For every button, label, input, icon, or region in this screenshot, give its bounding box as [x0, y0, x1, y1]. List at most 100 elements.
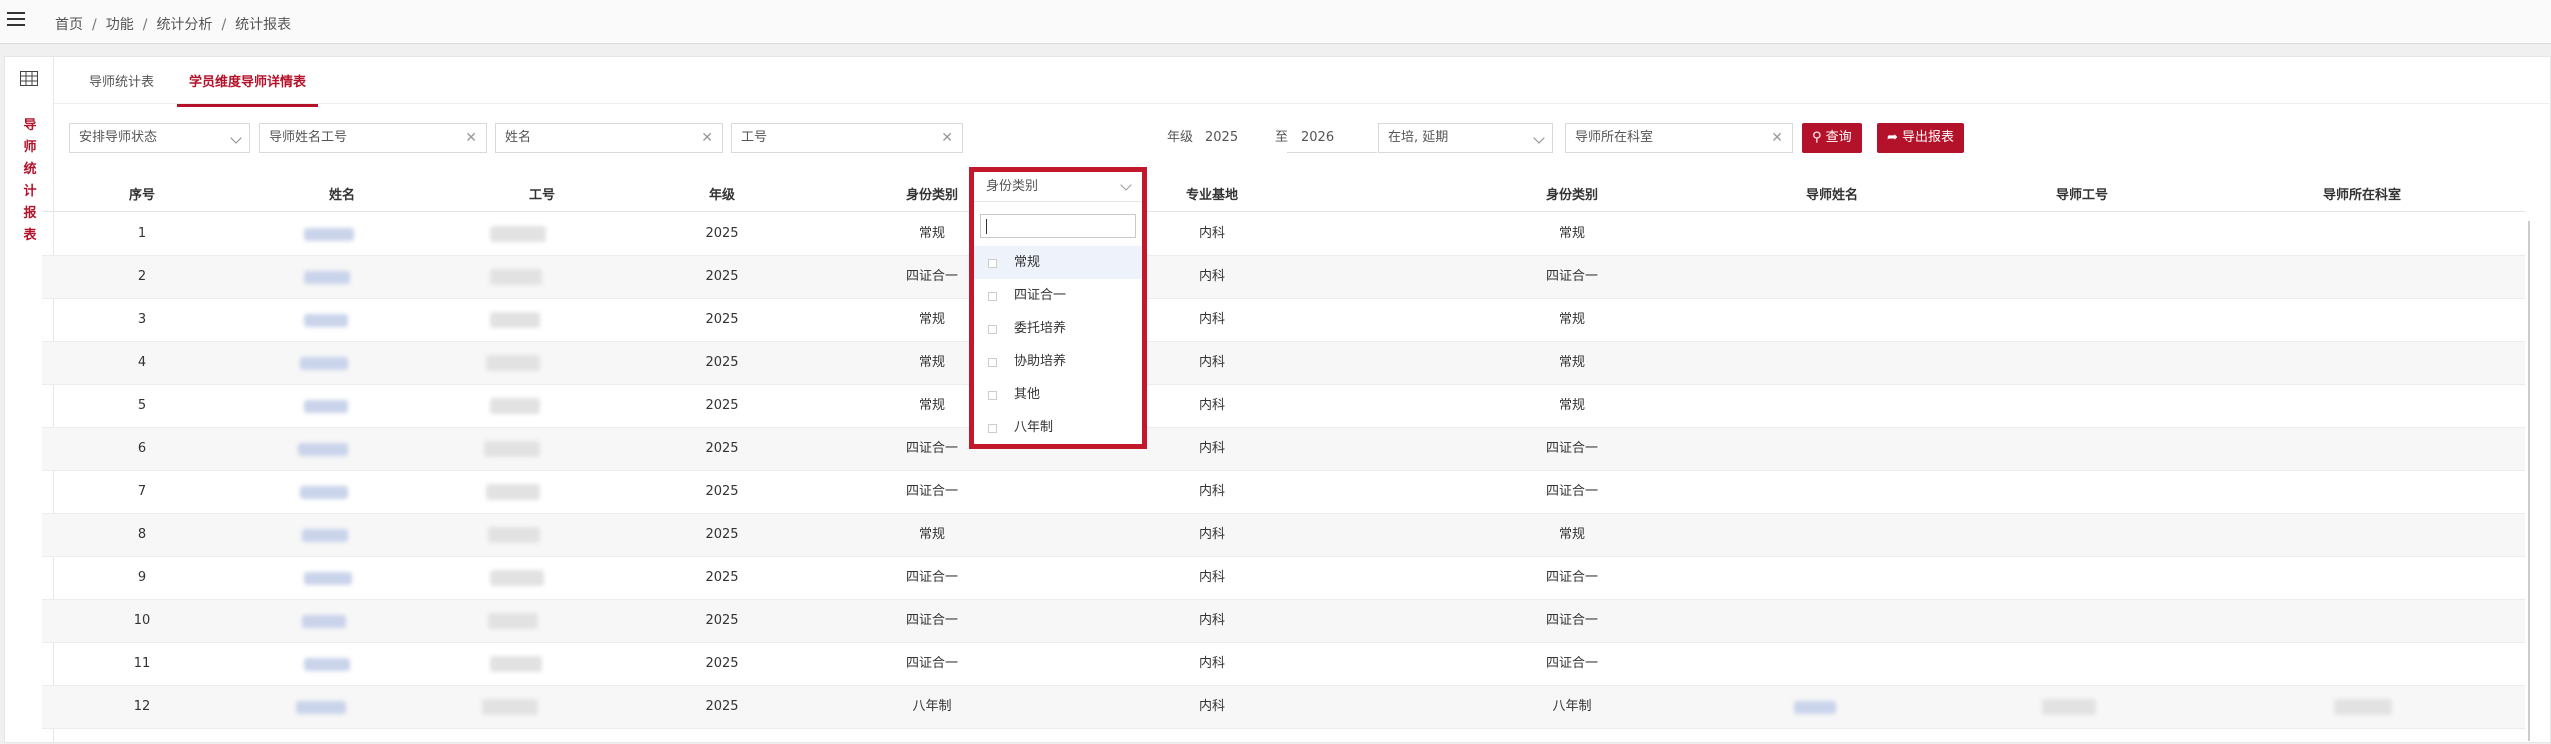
breadcrumb-statistics[interactable]: 统计分析: [156, 17, 212, 33]
status-select[interactable]: 在培, 延期: [1378, 123, 1553, 153]
identity-select[interactable]: 身份类别: [974, 172, 1142, 202]
export-button[interactable]: ➦ 导出报表: [1877, 123, 1965, 153]
cell-grade: 2025: [705, 484, 739, 499]
export-button-label: 导出报表: [1902, 130, 1955, 145]
dropdown-option[interactable]: 其他: [974, 378, 1142, 411]
tutor-dept-input[interactable]: 导师所在科室 ✕: [1565, 123, 1793, 153]
table-row[interactable]: 11 2025 四证合一 内科 四证合一: [42, 643, 2525, 686]
dropdown-option[interactable]: 常规: [974, 246, 1142, 279]
cell-base: 内科: [1198, 656, 1225, 671]
share-icon: ➦: [1887, 130, 1898, 145]
dropdown-option-label: 协助培养: [1014, 354, 1067, 369]
table-row[interactable]: 10 2025 四证合一 内科 四证合一: [42, 600, 2525, 643]
table-row[interactable]: 7 2025 四证合一 内科 四证合一: [42, 471, 2525, 514]
table-row[interactable]: 5 2025 常规 内科 常规: [42, 385, 2525, 428]
cell-name-redacted[interactable]: [300, 357, 348, 370]
cell-index: 7: [137, 484, 147, 499]
cell-name-redacted[interactable]: [304, 658, 350, 671]
cell-identity: 四证合一: [905, 613, 958, 628]
tab-divider: [54, 103, 2551, 104]
table-row[interactable]: 4 2025 常规 内科 常规: [42, 342, 2525, 385]
cell-base: 内科: [1198, 527, 1225, 542]
cell-identity-2: 四证合一: [1545, 570, 1598, 585]
dropdown-option[interactable]: 委托培养: [974, 312, 1142, 345]
status-value: 在培, 延期: [1388, 130, 1449, 145]
header-tutor-dept: 导师所在科室: [2322, 188, 2401, 203]
table-row[interactable]: 9 2025 四证合一 内科 四证合一: [42, 557, 2525, 600]
tab-tutor-statistics[interactable]: 导师统计表: [89, 71, 154, 104]
cell-id-redacted: [488, 613, 538, 629]
vertical-scrollbar[interactable]: [2528, 221, 2530, 741]
cell-name-redacted[interactable]: [304, 400, 348, 413]
cell-name-redacted[interactable]: [304, 572, 352, 585]
checkbox-icon[interactable]: [988, 292, 997, 301]
cell-identity-2: 常规: [1558, 312, 1585, 327]
cell-name-redacted[interactable]: [304, 271, 350, 284]
chevron-down-icon: [230, 132, 242, 144]
dropdown-option[interactable]: 八年制: [974, 411, 1142, 444]
tutor-name-id-input[interactable]: 导师姓名工号 ✕: [259, 123, 487, 153]
cell-grade: 2025: [705, 269, 739, 284]
identity-dropdown[interactable]: 身份类别 常规四证合一委托培养协助培养其他 八年制: [969, 167, 1147, 449]
checkbox-icon[interactable]: [988, 424, 997, 433]
dropdown-option[interactable]: 四证合一: [974, 279, 1142, 312]
cell-name-redacted[interactable]: [296, 701, 346, 714]
header-grade: 年级: [708, 188, 735, 203]
cell-id-redacted: [482, 699, 538, 715]
cell-identity-2: 常规: [1558, 527, 1585, 542]
cell-name-redacted[interactable]: [304, 228, 354, 241]
clear-icon[interactable]: ✕: [1771, 124, 1783, 152]
name-input[interactable]: 姓名 ✕: [495, 123, 723, 153]
id-placeholder: 工号: [741, 130, 768, 145]
clear-icon[interactable]: ✕: [701, 124, 713, 152]
cell-base: 内科: [1198, 613, 1225, 628]
dropdown-option[interactable]: 协助培养: [974, 345, 1142, 378]
table-row[interactable]: 6 2025 四证合一 内科 四证合一: [42, 428, 2525, 471]
cell-id-redacted: [486, 355, 540, 371]
clear-icon[interactable]: ✕: [941, 124, 953, 152]
tab-student-tutor-detail[interactable]: 学员维度导师详情表: [177, 71, 319, 107]
table-row[interactable]: 1 2025 常规 内科 常规: [42, 213, 2525, 256]
breadcrumb-home[interactable]: 首页: [55, 17, 83, 33]
breadcrumb-function[interactable]: 功能: [106, 17, 134, 33]
checkbox-icon[interactable]: [988, 358, 997, 367]
vertical-char: 报: [23, 206, 37, 221]
cell-tutor-name-redacted[interactable]: [1794, 701, 1836, 714]
table-icon[interactable]: [20, 71, 38, 86]
cell-name-redacted[interactable]: [304, 314, 348, 327]
table-header: 序号 姓名 工号 年级 身份类别 专业基地 身份类别 导师姓名 导师工号 导师所…: [42, 179, 2525, 212]
cell-name-redacted[interactable]: [302, 615, 346, 628]
id-input[interactable]: 工号 ✕: [731, 123, 963, 153]
cell-index: 9: [137, 570, 147, 585]
grade-from-input[interactable]: 2025: [1205, 123, 1238, 153]
table-row[interactable]: 8 2025 常规 内科 常规: [42, 514, 2525, 557]
checkbox-icon[interactable]: [988, 391, 997, 400]
cell-index: 3: [137, 312, 147, 327]
checkbox-icon[interactable]: [988, 259, 997, 268]
arrange-status-select[interactable]: 安排导师状态: [69, 123, 250, 153]
header-index: 序号: [128, 188, 155, 203]
cell-base: 内科: [1198, 570, 1225, 585]
menu-icon[interactable]: [7, 12, 25, 28]
cell-identity: 四证合一: [905, 656, 958, 671]
breadcrumb: 首页 / 功能 / 统计分析 / 统计报表: [55, 17, 292, 33]
dropdown-option-label: 四证合一: [1014, 288, 1067, 303]
header-tutor-id: 导师工号: [2055, 188, 2108, 203]
dropdown-search-input[interactable]: [980, 214, 1136, 238]
cell-name-redacted[interactable]: [298, 443, 348, 456]
clear-icon[interactable]: ✕: [465, 124, 477, 152]
table-row[interactable]: 3 2025 常规 内科 常规: [42, 299, 2525, 342]
cell-id-redacted: [490, 656, 542, 672]
cell-grade: 2025: [705, 613, 739, 628]
cell-grade: 2025: [705, 656, 739, 671]
cell-name-redacted[interactable]: [302, 529, 348, 542]
checkbox-icon[interactable]: [988, 325, 997, 334]
cell-id-redacted: [488, 527, 540, 543]
header-id: 工号: [528, 188, 555, 203]
table-row[interactable]: 12 2025 八年制 内科 八年制: [42, 686, 2525, 729]
query-button[interactable]: ⚲ 查询: [1802, 123, 1862, 153]
cell-tutor-id-redacted: [2042, 699, 2096, 715]
cell-name-redacted[interactable]: [300, 486, 348, 499]
table-row[interactable]: 2 2025 四证合一 内科 四证合一: [42, 256, 2525, 299]
cell-identity-2: 四证合一: [1545, 441, 1598, 456]
